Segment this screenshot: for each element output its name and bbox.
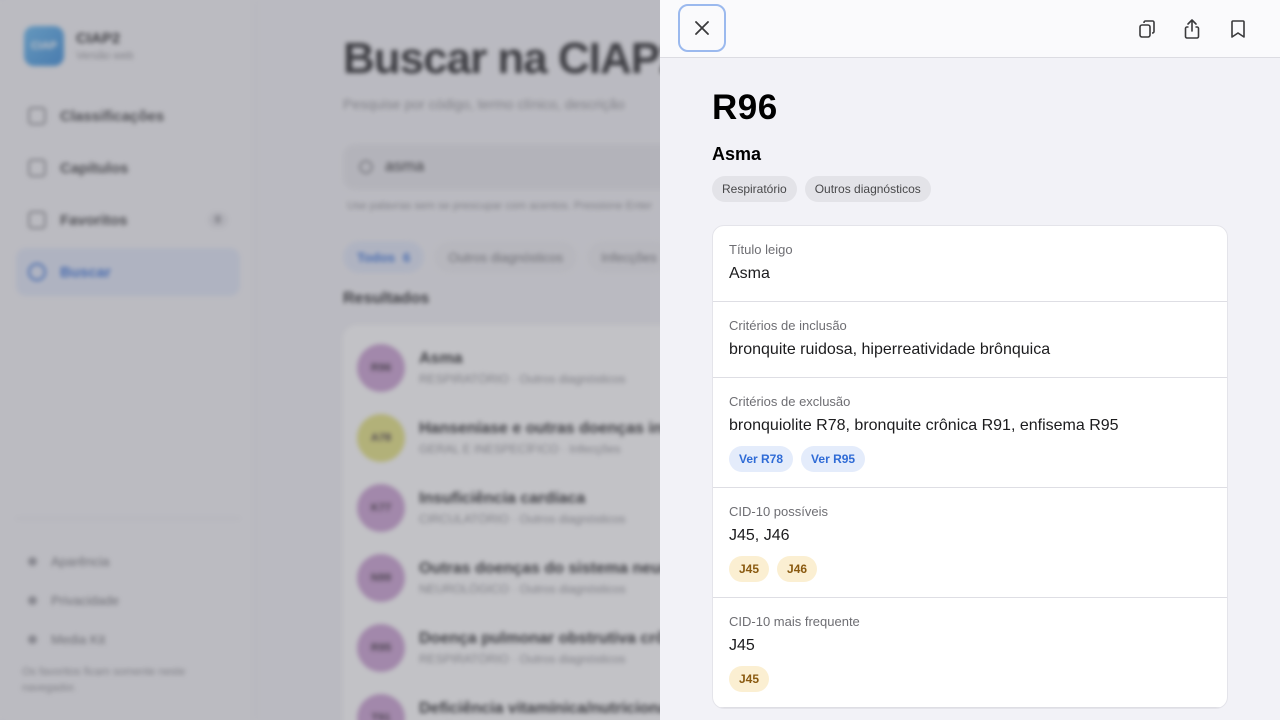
sheet-toolbar	[660, 0, 1280, 58]
close-icon	[695, 21, 709, 35]
section-pills: J45 J46	[729, 556, 1211, 582]
copy-button[interactable]	[1132, 14, 1162, 44]
section-value: bronquite ruidosa, hiperreatividade brôn…	[729, 341, 1051, 358]
section-value: bronquiolite R78, bronquite crônica R91,…	[729, 417, 1119, 434]
close-button[interactable]	[678, 4, 726, 52]
section-label: CID-10 possíveis	[729, 504, 828, 519]
section-label: Critérios de inclusão	[729, 318, 847, 333]
icd10-pill[interactable]: J46	[777, 556, 818, 582]
see-code-link[interactable]: Ver R78	[729, 446, 794, 472]
ciap-code: R96	[712, 88, 778, 127]
modal-backdrop[interactable]	[0, 0, 660, 720]
detail-sheet: R96 Asma Respiratório Outros diagnóstico…	[660, 0, 1280, 720]
sheet-body: R96 Asma Respiratório Outros diagnóstico…	[712, 58, 1228, 709]
section-label: Título leigo	[729, 242, 793, 257]
section-titulo-leigo: Título leigo Asma	[713, 226, 1227, 302]
section-label: CID-10 mais frequente	[729, 614, 860, 629]
bookmark-icon	[1231, 20, 1245, 38]
ciap-title: Asma	[712, 144, 762, 164]
icd10-pill[interactable]: J45	[729, 666, 770, 692]
section-pills: Ver R78 Ver R95	[729, 446, 1211, 472]
section-criterios-exclusao: Critérios de exclusão bronquiolite R78, b…	[713, 378, 1227, 488]
bookmark-button[interactable]	[1223, 14, 1253, 44]
share-button[interactable]	[1177, 14, 1207, 44]
section-value: Asma	[729, 265, 770, 282]
category-tags: Respiratório Outros diagnósticos	[712, 176, 1228, 202]
section-pills: J45	[729, 666, 1211, 692]
chapter-tag: Respiratório	[712, 176, 797, 202]
section-value: J45, J46	[729, 527, 790, 544]
see-code-link[interactable]: Ver R95	[801, 446, 866, 472]
section-cid10-mais-frequente: CID-10 mais frequente J45 J45	[713, 598, 1227, 708]
section-label: Critérios de exclusão	[729, 394, 851, 409]
copy-icon	[1139, 20, 1155, 38]
section-criterios-inclusao: Critérios de inclusão bronquite ruidosa, …	[713, 302, 1227, 378]
icd10-pill[interactable]: J45	[729, 556, 770, 582]
share-icon	[1184, 19, 1200, 39]
detail-card: Título leigo Asma Critérios de inclusão bro…	[712, 225, 1228, 709]
component-tag: Outros diagnósticos	[804, 176, 931, 202]
section-cid10-possiveis: CID-10 possíveis J45, J46 J45 J46	[713, 488, 1227, 598]
section-value: J45	[729, 637, 755, 654]
